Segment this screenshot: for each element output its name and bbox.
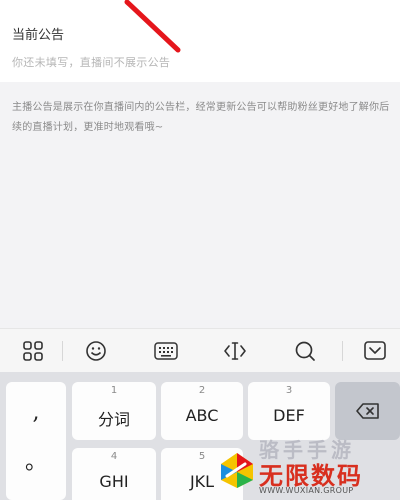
key-1[interactable]: 1 分词 xyxy=(72,382,156,440)
collapse-keyboard-icon[interactable] xyxy=(362,339,388,363)
watermark-url: WWW.WUXIAN.GROUP xyxy=(259,486,354,495)
announcement-hint-text: 主播公告是展示在你直播间内的公告栏，经常更新公告可以帮助粉丝更好地了解你后续的直… xyxy=(12,102,390,133)
cursor-move-icon[interactable] xyxy=(222,339,248,363)
key-number: 4 xyxy=(110,451,118,462)
keyboard-toolbar xyxy=(0,328,400,372)
red-annotation-stroke xyxy=(124,0,181,53)
key-number: 2 xyxy=(198,385,206,396)
backspace-icon xyxy=(356,403,379,419)
key-label: GHI xyxy=(99,472,129,491)
key-number: 3 xyxy=(285,385,293,396)
toolbar-divider xyxy=(62,341,63,361)
comma-key[interactable]: , xyxy=(6,400,66,425)
grid-icon[interactable] xyxy=(20,339,46,363)
keyboard-icon[interactable] xyxy=(153,339,179,363)
watermark: 骆手手游 无限数码 WWW.WUXIAN.GROUP xyxy=(215,428,400,500)
key-label: DEF xyxy=(273,406,305,425)
period-key[interactable]: 。 xyxy=(6,444,66,476)
key-4[interactable]: 4 GHI xyxy=(72,448,156,500)
emoji-icon[interactable] xyxy=(83,339,109,363)
toolbar-divider xyxy=(342,341,343,361)
punctuation-column: , 。 xyxy=(6,382,66,500)
key-label: 分词 xyxy=(97,410,130,429)
key-label: ABC xyxy=(185,406,219,425)
watermark-logo-icon xyxy=(221,453,253,488)
key-number: 1 xyxy=(110,385,118,396)
search-icon[interactable] xyxy=(292,339,318,363)
